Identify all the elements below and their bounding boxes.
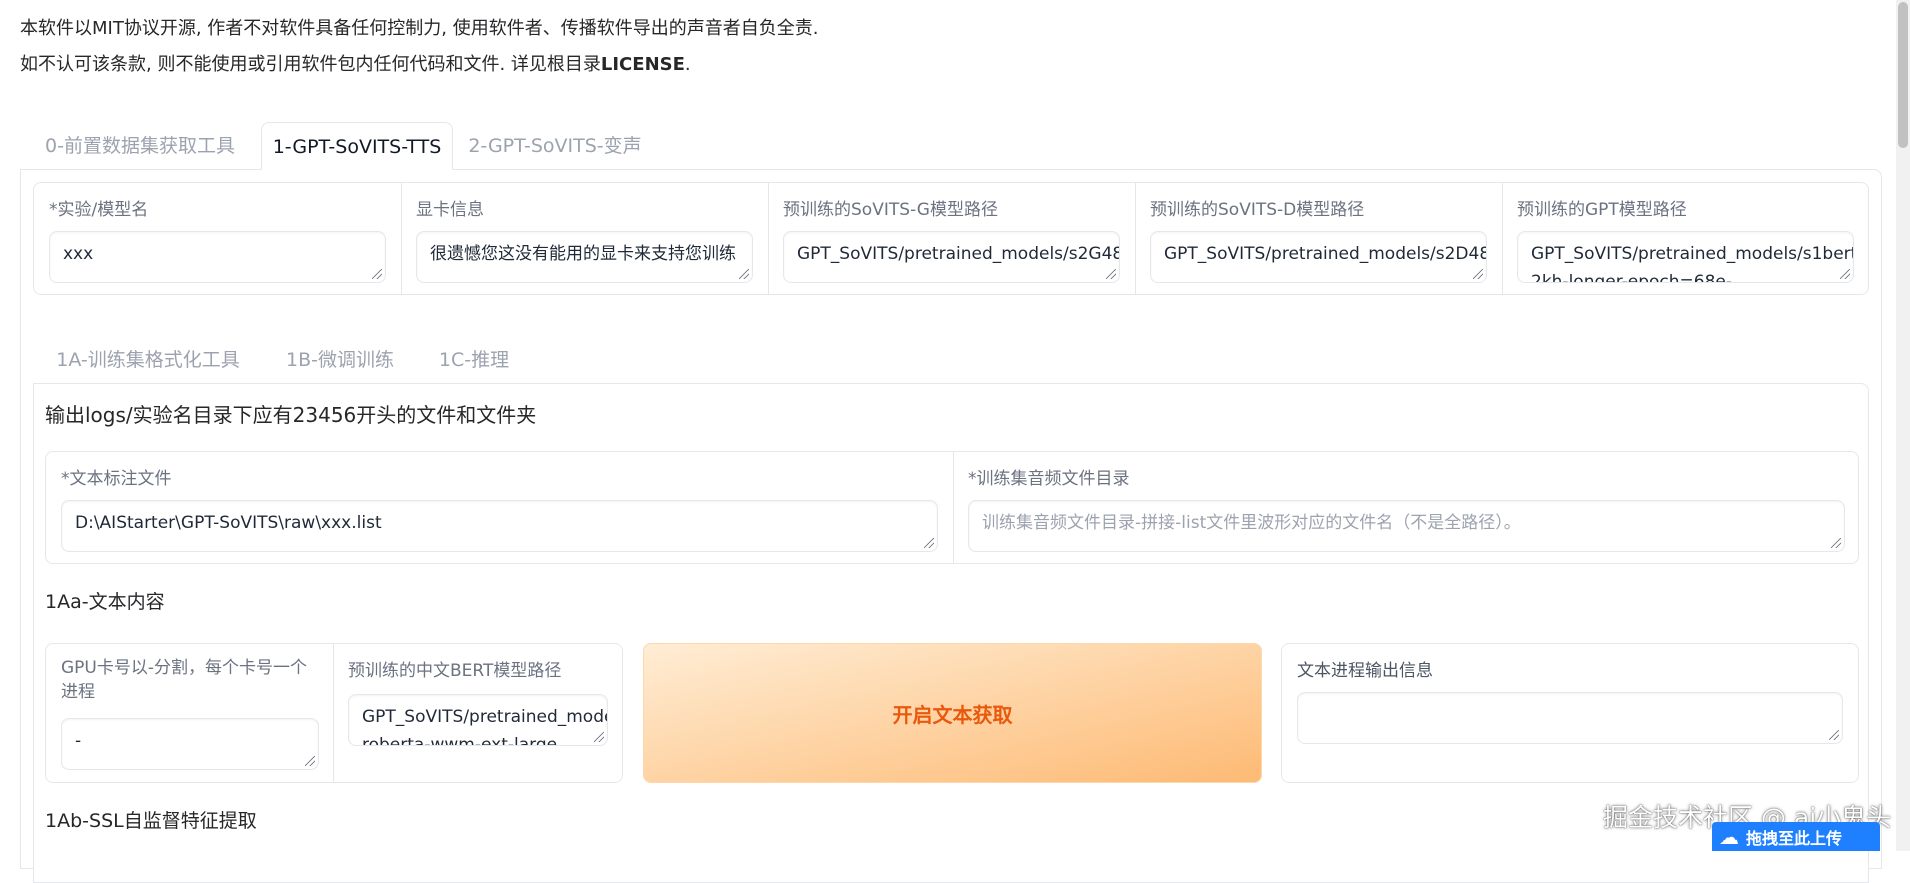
resize-handle-icon[interactable] (372, 269, 382, 279)
dataset-paths-row: *文本标注文件 D:\AIStarter\GPT-SoVITS\raw\xxx.… (45, 451, 1859, 564)
exp-name-label: *实验/模型名 (49, 200, 149, 220)
audio-dir-input[interactable]: 训练集音频文件目录-拼接-list文件里波形对应的文件名（不是全路径）。 (968, 500, 1845, 552)
text-label-file-label: *文本标注文件 (61, 469, 172, 489)
divider (333, 644, 334, 782)
sovits-d-label: 预训练的SoVITS-D模型路径 (1150, 200, 1365, 220)
resize-handle-icon[interactable] (1831, 538, 1841, 548)
divider (768, 183, 769, 294)
gpt-model-label: 预训练的GPT模型路径 (1517, 200, 1687, 220)
gpu-ids-value: - (75, 731, 82, 751)
tab-gpt-sovits-voice-change[interactable]: 2-GPT-SoVITS-变声 (455, 122, 655, 170)
audio-dir-placeholder: 训练集音频文件目录-拼接-list文件里波形对应的文件名（不是全路径）。 (982, 513, 1521, 533)
tab-finetune[interactable]: 1B-微调训练 (265, 336, 415, 384)
gpt-model-path-input[interactable]: GPT_SoVITS/pretrained_models/s1bert25hz-… (1517, 231, 1854, 283)
sovits-g-label: 预训练的SoVITS-G模型路径 (783, 200, 998, 220)
sovits-d-path-value: GPT_SoVITS/pretrained_models/s2D488k.pth (1164, 244, 1486, 264)
sovits-d-path-input[interactable]: GPT_SoVITS/pretrained_models/s2D488k.pth (1150, 231, 1487, 283)
format-tool-panel: 输出logs/实验名目录下应有23456开头的文件和文件夹 *文本标注文件 D:… (33, 383, 1869, 883)
scrollbar-thumb[interactable] (1898, 2, 1908, 148)
text-output-label: 文本进程输出信息 (1297, 661, 1433, 681)
text-label-file-value: D:\AIStarter\GPT-SoVITS\raw\xxx.list (75, 513, 382, 533)
divider (1502, 183, 1503, 294)
format-tool-description: 输出logs/实验名目录下应有23456开头的文件和文件夹 (45, 403, 537, 427)
resize-handle-icon[interactable] (594, 732, 604, 742)
tab-dataset-tools[interactable]: 0-前置数据集获取工具 (22, 122, 258, 170)
gpu-info-label: 显卡信息 (416, 200, 484, 220)
bert-path-input[interactable]: GPT_SoVITS/pretrained_models/chinese-rob… (348, 694, 608, 746)
license-notice-line-2: 如不认可该条款, 则不能使用或引用软件包内任何代码和文件. 详见根目录LICEN… (20, 50, 691, 76)
gpu-info-textarea[interactable]: 很遗憾您这没有能用的显卡来支持您训练 (416, 231, 753, 283)
text-output-textarea[interactable] (1297, 692, 1843, 744)
model-config-row: *实验/模型名 xxx 显卡信息 很遗憾您这没有能用的显卡来支持您训练 预训练的… (33, 182, 1869, 295)
bert-path-value: GPT_SoVITS/pretrained_models/chinese-rob… (362, 707, 608, 746)
tts-tab-panel: *实验/模型名 xxx 显卡信息 很遗憾您这没有能用的显卡来支持您训练 预训练的… (20, 169, 1882, 883)
resize-handle-icon[interactable] (1106, 269, 1116, 279)
sovits-g-path-input[interactable]: GPT_SoVITS/pretrained_models/s2G488k.pth (783, 231, 1120, 283)
tab-gpt-sovits-tts[interactable]: 1-GPT-SoVITS-TTS (261, 122, 453, 170)
gpu-ids-input[interactable]: - (61, 718, 319, 770)
bert-path-label: 预训练的中文BERT模型路径 (348, 661, 562, 681)
gpu-ids-label: GPU卡号以-分割，每个卡号一个进程 (61, 658, 308, 702)
resize-handle-icon[interactable] (305, 756, 315, 766)
page-scrollbar[interactable] (1896, 0, 1910, 851)
divider (1135, 183, 1136, 294)
text-content-inputs: GPU卡号以-分割，每个卡号一个进程 - 预训练的中文BERT模型路径 GPT_… (45, 643, 623, 783)
license-notice-license: LICENSE (600, 54, 685, 75)
resize-handle-icon[interactable] (924, 538, 934, 548)
text-output-block: 文本进程输出信息 (1281, 643, 1859, 783)
license-notice-period: . (684, 54, 691, 75)
gpu-info-value: 很遗憾您这没有能用的显卡来支持您训练 (430, 244, 736, 264)
audio-dir-label: *训练集音频文件目录 (968, 469, 1130, 489)
upload-badge-label: 拖拽至此上传 (1746, 828, 1843, 848)
sovits-g-path-value: GPT_SoVITS/pretrained_models/s2G488k.pth (797, 244, 1119, 264)
text-label-file-input[interactable]: D:\AIStarter\GPT-SoVITS\raw\xxx.list (61, 500, 938, 552)
upload-dropzone-badge[interactable]: ☁ 拖拽至此上传 (1712, 822, 1880, 851)
divider (953, 452, 954, 563)
resize-handle-icon[interactable] (1840, 269, 1850, 279)
cloud-upload-icon: ☁ (1719, 824, 1739, 849)
license-notice-text: 如不认可该条款, 则不能使用或引用软件包内任何代码和文件. 详见根目录 (20, 54, 601, 75)
tab-inference[interactable]: 1C-推理 (417, 336, 531, 384)
section-1aa-heading: 1Aa-文本内容 (45, 591, 165, 613)
divider (401, 183, 402, 294)
section-1ab-heading: 1Ab-SSL自监督特征提取 (45, 810, 257, 832)
gpt-model-path-value: GPT_SoVITS/pretrained_models/s1bert25hz-… (1531, 244, 1854, 283)
start-text-extraction-button[interactable]: 开启文本获取 (643, 643, 1262, 783)
resize-handle-icon[interactable] (1473, 269, 1483, 279)
resize-handle-icon[interactable] (1829, 730, 1839, 740)
resize-handle-icon[interactable] (739, 269, 749, 279)
exp-name-value: xxx (63, 244, 94, 264)
license-notice-line-1: 本软件以MIT协议开源, 作者不对软件具备任何控制力, 使用软件者、传播软件导出… (20, 18, 819, 39)
tab-format-tool[interactable]: 1A-训练集格式化工具 (33, 336, 263, 384)
exp-name-input[interactable]: xxx (49, 231, 386, 283)
